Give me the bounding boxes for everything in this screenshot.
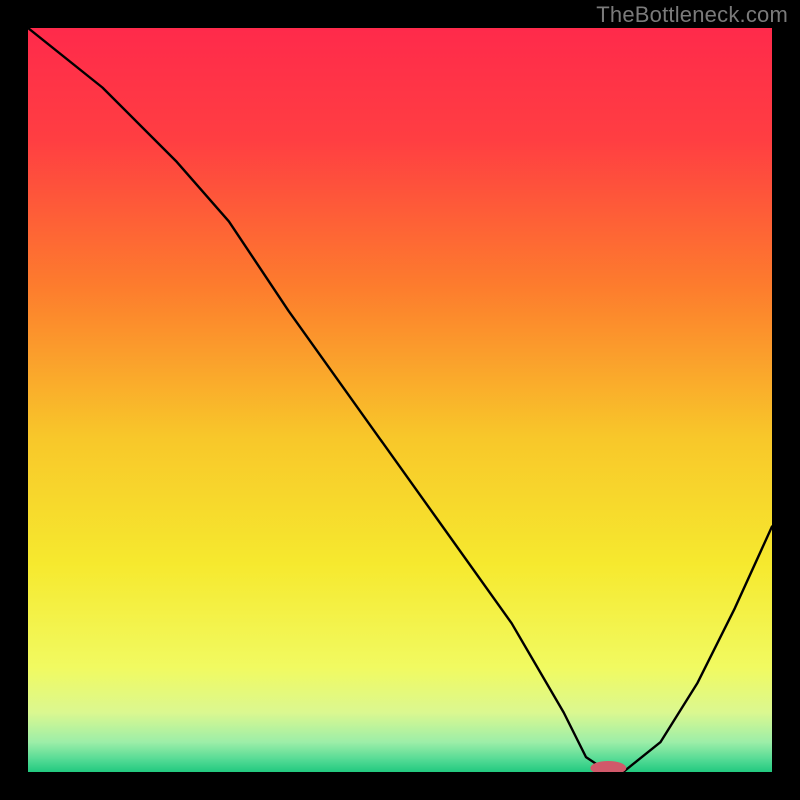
chart-frame: TheBottleneck.com <box>0 0 800 800</box>
gradient-background <box>28 28 772 772</box>
watermark-text: TheBottleneck.com <box>596 2 788 28</box>
plot-area <box>28 28 772 772</box>
plot-svg <box>28 28 772 772</box>
